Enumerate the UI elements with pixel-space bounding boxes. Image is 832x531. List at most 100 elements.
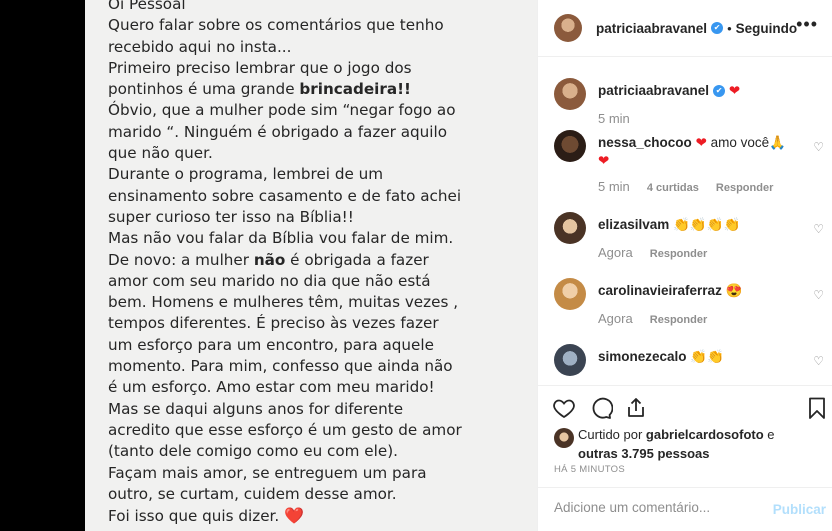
post-text-line: Durante o programa, lembrei de um [108,164,528,185]
post-text-line: acredito que esse esforço é um gesto de … [108,420,528,441]
post-side-panel: patriciaabravanel ✔ • Seguindo ••• patri… [537,0,832,531]
heart-outline-icon[interactable]: ♡ [813,288,824,302]
reply-button[interactable]: Responder [650,248,707,260]
commenter-avatar[interactable] [554,212,586,244]
caption-avatar[interactable] [554,78,586,110]
comment-username[interactable]: elizasilvam [598,217,669,232]
post-text-segment: é um esforço. Amo estar com meu marido! [108,378,435,397]
post-text-segment: outro, se curtam, cuidem desse amor. [108,484,397,503]
heart-emoji: ❤ [728,83,741,98]
comment-input[interactable] [554,500,754,515]
heart-outline-icon[interactable] [552,396,576,420]
caption-text: patriciaabravanel ✔ ❤ [598,82,798,100]
post-text-segment: Primeiro preciso lembrar que o jogo dos [108,58,412,77]
post-text-segment: Mas se daqui alguns anos for diferente [108,399,404,418]
post-text-line: tempos diferentes. É preciso às vezes fa… [108,313,528,334]
commenter-avatar[interactable] [554,130,586,162]
post-image[interactable]: Oi Pessoal Quero falar sobre os comentári… [85,0,537,531]
post-text-bold: não [253,250,286,269]
verified-badge-icon: ✔ [713,85,726,98]
heart-outline-icon[interactable]: ♡ [813,354,824,368]
post-text-line: amor com seu marido no dia que não está [108,271,528,292]
author-avatar[interactable] [554,14,582,42]
post-text-bold: brincadeira!! [299,80,411,99]
post-text-line: que não quer. [108,143,528,164]
post-text-segment: super curioso ter isso na Bíblia!! [108,207,354,226]
post-timestamp[interactable]: HÁ 5 MINUTOS [554,464,625,475]
comment-likes-count[interactable]: 4 curtidas [647,182,699,194]
post-text-segment: recebido aqui no insta... [108,37,292,56]
comment-meta: Agora Responder [598,245,721,260]
comment-meta: 5 min 4 curtidas Responder [598,179,787,194]
post-text-line: é um esforço. Amo estar com meu marido! [108,377,528,398]
post-text-line: super curioso ter isso na Bíblia!! [108,207,528,228]
comment-text: elizasilvam 👏👏👏👏 [598,216,798,234]
likes-conjunction: e [763,427,775,442]
heart-outline-icon[interactable]: ♡ [813,140,824,154]
instagram-post-modal: Oi Pessoal Quero falar sobre os comentári… [0,0,832,531]
liker-avatar[interactable] [554,428,574,448]
liker-username[interactable]: gabrielcardosofoto [646,427,764,442]
post-text-segment: momento. Para mim, confesso que ainda nã… [108,357,453,376]
bookmark-icon[interactable] [805,396,829,420]
post-text-segment: Durante o programa, lembrei de um [108,165,384,184]
caption-time: 5 min [598,111,630,126]
comment-time: 5 min [598,179,630,194]
post-text-segment: De novo: a mulher [108,250,254,269]
commenter-avatar[interactable] [554,344,586,376]
post-text-line: marido “. Ninguém é obrigado a fazer aqu… [108,122,528,143]
comments-list[interactable]: patriciaabravanel ✔ ❤ 5 min nessa_chocoo … [538,58,832,385]
post-text-line: outro, se curtam, cuidem desse amor. [108,484,528,505]
add-comment-bar: Publicar [538,487,832,531]
comment-text: simonezecalo 👏👏 [598,348,798,366]
post-text-line: Quero falar sobre os comentários que ten… [108,15,528,36]
heart-emoji: ❤️ [284,506,304,526]
reply-button[interactable]: Responder [650,314,707,326]
clapping-hands-emoji: 👏👏👏👏 [673,217,741,232]
post-text-segment: Façam mais amor, se entreguem um para [108,463,427,482]
post-text-segment: (tanto dele comigo como eu com ele). [108,442,398,461]
post-text-segment: que não quer. [108,144,213,163]
heart-emoji: ❤ [598,153,610,168]
post-text-segment: pontinhos é uma grande [108,80,300,99]
likes-prefix: Curtido por [578,427,646,442]
comment-time: Agora [598,311,633,326]
post-text-line: Mas não vou falar da Bíblia vou falar de… [108,228,528,249]
heart-outline-icon[interactable]: ♡ [813,222,824,236]
comment-time: Agora [598,245,633,260]
share-icon[interactable] [624,396,648,420]
publish-button[interactable]: Publicar [773,502,826,517]
following-button[interactable]: Seguindo [736,21,798,36]
header-separator: • [727,20,732,36]
comment-bubble-icon[interactable] [589,396,613,420]
post-text-segment: Mas não vou falar da Bíblia vou falar de… [108,229,454,248]
post-text-segment: Foi isso que quis dizer. [108,507,285,526]
comment-username[interactable]: nessa_chocoo [598,135,692,150]
comment-text: nessa_chocoo ❤ amo você🙏 ❤ [598,134,798,170]
caption-username[interactable]: patriciaabravanel [598,83,709,98]
post-text-line: um esforço para um encontro, para aquele [108,335,528,356]
post-text-line: Óbvio, que a mulher pode sim “negar fogo… [108,100,528,121]
author-username[interactable]: patriciaabravanel [596,21,707,36]
post-text-segment: marido “. Ninguém é obrigado a fazer aqu… [108,122,448,141]
post-text-segment: ensinamento sobre casamento e de fato ac… [108,186,462,205]
post-image-text: Oi Pessoal Quero falar sobre os comentári… [108,0,528,527]
comment-username[interactable]: simonezecalo [598,349,687,364]
post-text-line: Oi Pessoal [108,0,528,15]
post-text-segment: Óbvio, que a mulher pode sim “negar fogo… [108,101,456,120]
more-options-icon[interactable]: ••• [796,14,818,35]
post-text-segment: é obrigada a fazer [285,250,429,269]
likes-count-link[interactable]: outras 3.795 pessoas [578,446,710,461]
comment-text: carolinavieiraferraz 😍 [598,282,798,300]
post-text-line: bem. Homens e mulheres têm, muitas vezes… [108,292,528,313]
post-text-segment: bem. Homens e mulheres têm, muitas vezes… [108,293,459,312]
post-text-segment: Oi Pessoal [108,0,186,13]
likes-text: Curtido por gabrielcardosofoto e outras … [578,425,808,463]
heart-eyes-emoji: 😍 [725,283,743,298]
post-text-line: Mas se daqui alguns anos for diferente [108,399,528,420]
comment-message: amo você🙏 [706,135,786,150]
post-header: patriciaabravanel ✔ • Seguindo ••• [538,0,832,57]
reply-button[interactable]: Responder [716,182,773,194]
comment-username[interactable]: carolinavieiraferraz [598,283,722,298]
commenter-avatar[interactable] [554,278,586,310]
